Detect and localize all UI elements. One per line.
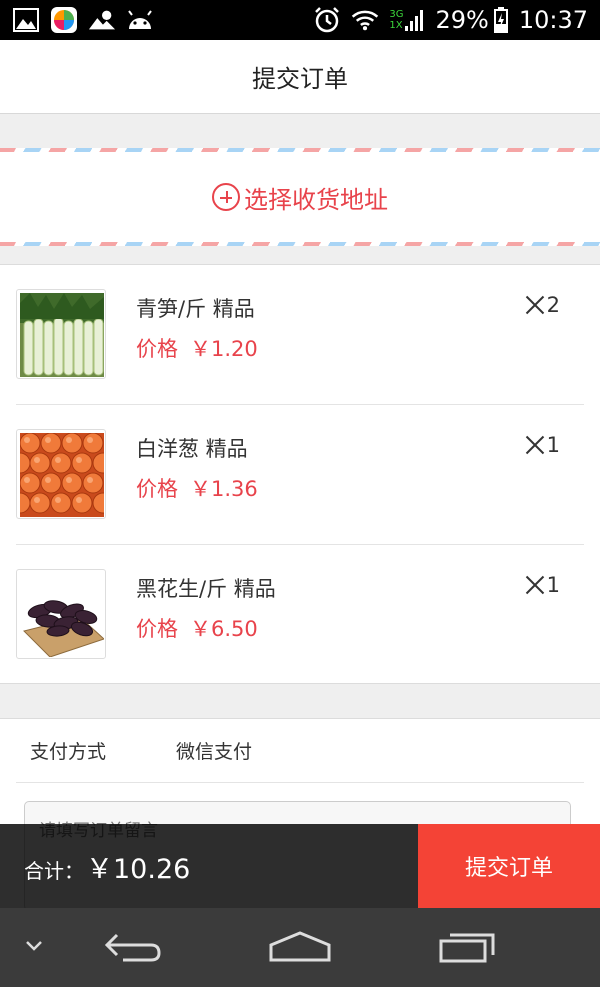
- network-type: 3G 1X: [389, 9, 403, 31]
- multiply-icon: [525, 435, 545, 455]
- back-button[interactable]: [100, 908, 166, 987]
- product-quantity: 2: [525, 293, 560, 317]
- select-address-button[interactable]: 选择收货地址: [212, 180, 388, 215]
- gallery-icon: [12, 6, 40, 34]
- product-image-peanut: [16, 569, 106, 659]
- product-name: 白洋葱 精品: [136, 437, 248, 461]
- product-price-value: ￥1.20: [190, 337, 258, 361]
- payment-method-row[interactable]: 支付方式 微信支付: [16, 719, 584, 783]
- product-image-onion: [16, 429, 106, 519]
- status-bar: 3G 1X 29% 10:37: [0, 0, 600, 40]
- product-price: 价格 ￥1.20: [136, 333, 258, 363]
- network-type-bottom: 1X: [389, 20, 403, 31]
- chevron-down-icon: [24, 938, 44, 957]
- back-arrow-icon: [103, 929, 163, 967]
- select-address-label: 选择收货地址: [244, 185, 388, 214]
- product-price-label: 价格: [136, 337, 178, 361]
- signal-icon: [405, 6, 425, 34]
- list-item[interactable]: 青笋/斤 精品 价格 ￥1.20 2: [0, 265, 600, 405]
- product-price-value: ￥1.36: [190, 477, 258, 501]
- product-quantity-value: 1: [546, 573, 560, 597]
- product-quantity: 1: [525, 573, 560, 597]
- wifi-icon: [351, 6, 379, 34]
- clock: 10:37: [518, 6, 588, 34]
- multiply-icon: [525, 575, 545, 595]
- product-price: 价格 ￥1.36: [136, 473, 258, 503]
- product-price-label: 价格: [136, 617, 178, 641]
- status-bar-notifications: [12, 6, 154, 34]
- order-total: 合计： ￥10.26: [24, 847, 190, 886]
- recent-apps-icon: [438, 929, 498, 967]
- alarm-icon: [313, 6, 341, 34]
- battery-charging-icon: [493, 6, 509, 34]
- page-title: 提交订单: [252, 65, 348, 93]
- home-icon: [268, 929, 332, 967]
- navigation-bar: [0, 908, 600, 987]
- list-item[interactable]: 黑花生/斤 精品 价格 ￥6.50 1: [0, 545, 600, 685]
- header: 提交订单: [0, 40, 600, 114]
- payment-method-value: 微信支付: [176, 741, 253, 763]
- recent-apps-button[interactable]: [434, 908, 502, 987]
- list-item[interactable]: 白洋葱 精品 价格 ￥1.36 1: [0, 405, 600, 545]
- submit-bar: 合计： ￥10.26 提交订单: [0, 824, 600, 908]
- add-circle-icon: [212, 183, 240, 211]
- weather-icon: [88, 6, 116, 34]
- product-quantity-value: 1: [546, 433, 560, 457]
- total-value: ￥10.26: [86, 853, 191, 885]
- total-label: 合计：: [24, 858, 84, 883]
- product-quantity-value: 2: [546, 293, 560, 317]
- battery-percentage: 29%: [435, 6, 489, 34]
- hide-keyboard-button[interactable]: [14, 908, 54, 987]
- product-price-label: 价格: [136, 477, 178, 501]
- product-list: 青笋/斤 精品 价格 ￥1.20 2 白洋葱 精品 价格 ￥1.36 1 黑花生…: [0, 264, 600, 684]
- product-quantity: 1: [525, 433, 560, 457]
- home-button[interactable]: [266, 908, 334, 987]
- network-type-top: 3G: [389, 9, 404, 20]
- status-bar-system: 3G 1X 29% 10:37: [313, 6, 588, 34]
- product-name: 黑花生/斤 精品: [136, 577, 276, 601]
- android-icon: [126, 6, 154, 34]
- submit-order-button[interactable]: 提交订单: [418, 824, 600, 908]
- app-store-icon: [50, 6, 78, 34]
- address-panel: 选择收货地址: [0, 148, 600, 246]
- product-price-value: ￥6.50: [190, 617, 258, 641]
- product-image-lettuce: [16, 289, 106, 379]
- product-price: 价格 ￥6.50: [136, 613, 258, 643]
- product-name: 青笋/斤 精品: [136, 297, 255, 321]
- multiply-icon: [525, 295, 545, 315]
- payment-method-label: 支付方式: [30, 741, 107, 763]
